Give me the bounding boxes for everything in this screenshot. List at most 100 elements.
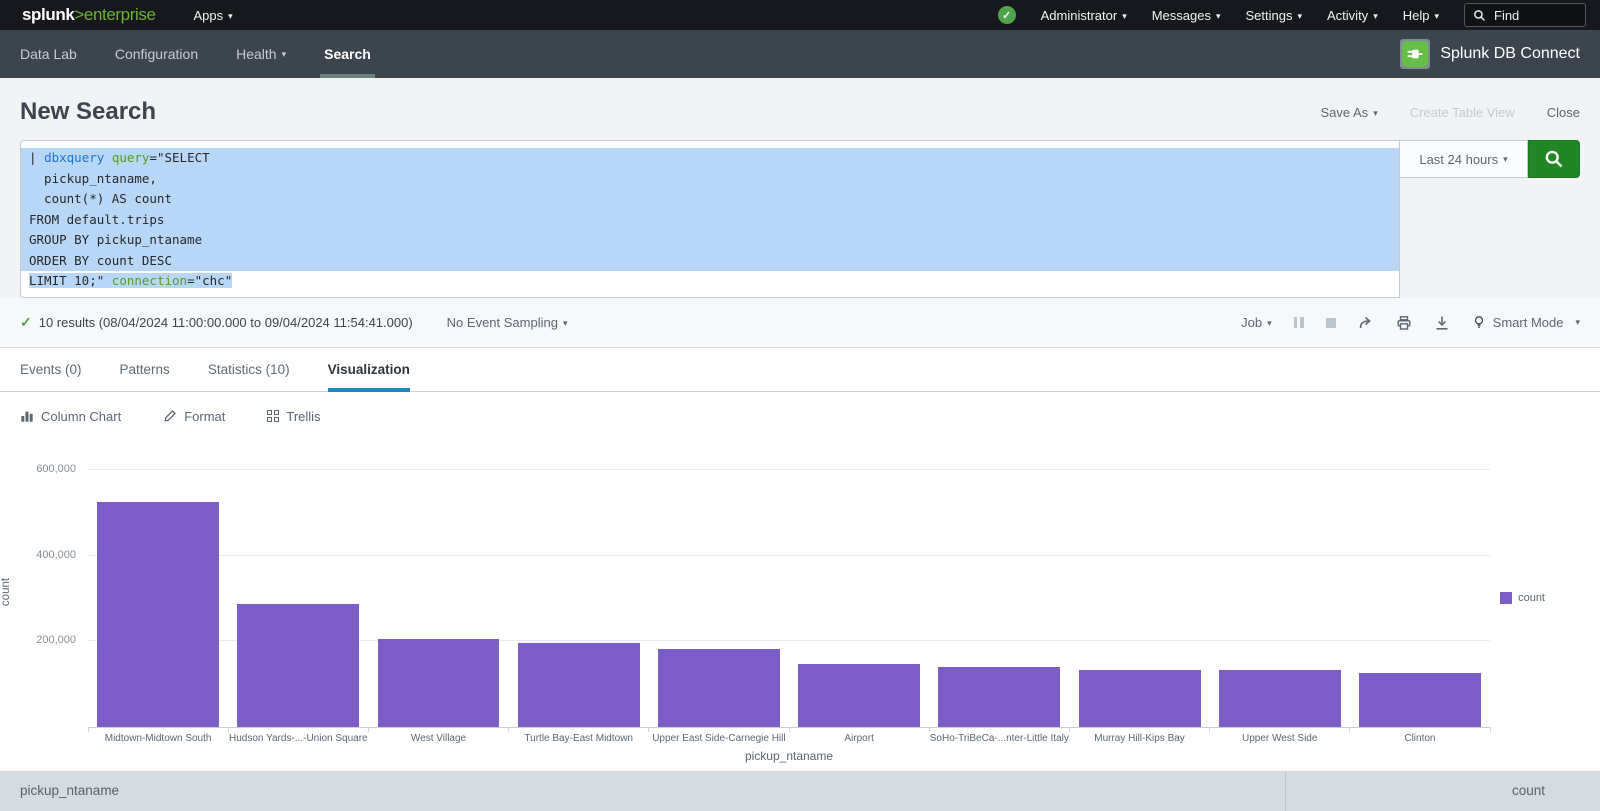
search-icon xyxy=(1544,149,1564,169)
share-icon[interactable] xyxy=(1358,315,1374,331)
legend-item-count[interactable]: count xyxy=(1500,592,1545,604)
splunk-logo[interactable]: splunk>enterprise xyxy=(22,5,156,25)
pause-icon[interactable] xyxy=(1294,317,1304,328)
chevron-down-icon: ▾ xyxy=(1373,11,1378,21)
query-line: FROM default.trips xyxy=(21,210,1399,231)
chart-type-picker[interactable]: Column Chart xyxy=(20,409,121,424)
bar-2[interactable] xyxy=(237,604,359,727)
bar-slot: Midtown-Midtown South xyxy=(88,454,228,727)
bar-slot: West Village xyxy=(368,454,508,727)
event-sampling-menu[interactable]: No Event Sampling▾ xyxy=(447,315,568,330)
plot-bars: Midtown-Midtown SouthHudson Yards-...-Un… xyxy=(88,454,1490,727)
nav-item-health[interactable]: Health▾ xyxy=(236,30,286,78)
print-icon[interactable] xyxy=(1396,315,1412,331)
results-bar: ✓ 10 results (08/04/2024 11:00:00.000 to… xyxy=(0,298,1600,348)
apps-menu[interactable]: Apps▾ xyxy=(194,8,233,23)
bar-3[interactable] xyxy=(378,639,500,727)
chevron-down-icon: ▾ xyxy=(1122,11,1127,21)
column-header-pickup-ntaname[interactable]: pickup_ntaname xyxy=(0,771,1285,811)
health-status-icon[interactable]: ✓ xyxy=(998,6,1016,24)
menu-help[interactable]: Help▾ xyxy=(1403,8,1439,23)
bar-10[interactable] xyxy=(1359,673,1481,727)
y-tick-label: 200,000 xyxy=(36,634,76,646)
y-tick-label: 600,000 xyxy=(36,463,76,475)
bar-5[interactable] xyxy=(658,649,780,727)
bar-7[interactable] xyxy=(938,667,1060,727)
column-chart-icon xyxy=(20,409,34,423)
page-header: New Search Save As▾ Create Table View Cl… xyxy=(0,78,1600,140)
tab-statistics[interactable]: Statistics (10) xyxy=(208,348,290,391)
tab-patterns[interactable]: Patterns xyxy=(120,348,170,391)
trellis-button[interactable]: Trellis xyxy=(267,409,320,424)
search-bar: | dbxquery query="SELECT pickup_ntaname,… xyxy=(20,140,1580,298)
stop-icon[interactable] xyxy=(1326,318,1336,328)
download-icon[interactable] xyxy=(1434,315,1450,331)
result-tabs: Events (0) Patterns Statistics (10) Visu… xyxy=(0,348,1600,392)
results-summary: 10 results (08/04/2024 11:00:00.000 to 0… xyxy=(39,315,413,330)
chevron-down-icon: ▾ xyxy=(1267,318,1272,328)
y-tick-label: 400,000 xyxy=(36,549,76,561)
legend-label: count xyxy=(1518,592,1545,604)
db-connect-plug-icon xyxy=(1400,39,1430,69)
chevron-down-icon: ▾ xyxy=(1216,11,1221,21)
query-line: pickup_ntaname, xyxy=(21,169,1399,190)
app-title: Splunk DB Connect xyxy=(1440,45,1580,63)
nav-item-data-lab[interactable]: Data Lab xyxy=(20,30,77,78)
find-search-box[interactable] xyxy=(1464,3,1586,27)
tab-visualization[interactable]: Visualization xyxy=(328,348,410,391)
statistics-table-header: pickup_ntaname count xyxy=(0,771,1600,811)
bar-6[interactable] xyxy=(798,664,920,727)
bar-9[interactable] xyxy=(1219,670,1341,727)
close-button[interactable]: Close xyxy=(1547,105,1580,120)
query-line: ORDER BY count DESC xyxy=(21,251,1399,272)
search-icon xyxy=(1473,9,1486,22)
app-nav-bar: Data Lab Configuration Health▾ Search Sp… xyxy=(0,30,1600,78)
nav-item-search[interactable]: Search xyxy=(324,30,371,78)
bar-8[interactable] xyxy=(1079,670,1201,727)
format-button[interactable]: Format xyxy=(163,409,225,424)
tab-events[interactable]: Events (0) xyxy=(20,348,82,391)
chevron-down-icon: ▾ xyxy=(1434,11,1439,21)
x-tick-label: Midtown-Midtown South xyxy=(80,733,236,744)
menu-activity[interactable]: Activity▾ xyxy=(1327,8,1378,23)
search-query[interactable]: | dbxquery query="SELECT pickup_ntaname,… xyxy=(20,140,1400,298)
nav-item-configuration[interactable]: Configuration xyxy=(115,30,198,78)
query-line: | dbxquery query="SELECT xyxy=(21,148,1399,169)
chevron-down-icon: ▾ xyxy=(228,11,233,21)
column-chart: count 200,000 400,000 600,000 Midtown-Midt… xyxy=(0,440,1600,771)
x-tick-label: Hudson Yards-...-Union Square xyxy=(220,733,376,744)
time-range-picker[interactable]: Last 24 hours▾ xyxy=(1400,140,1528,178)
find-input[interactable] xyxy=(1492,7,1577,24)
menu-administrator[interactable]: Administrator▾ xyxy=(1041,8,1127,23)
query-line: GROUP BY pickup_ntaname xyxy=(21,230,1399,251)
menu-messages[interactable]: Messages▾ xyxy=(1152,8,1221,23)
chevron-down-icon: ▾ xyxy=(1373,108,1378,118)
x-tick-label: Upper East Side-Carnegie Hill xyxy=(641,733,797,744)
bar-1[interactable] xyxy=(97,502,219,727)
visualization-toolbar: Column Chart Format Trellis xyxy=(0,392,1600,440)
y-axis-title: count xyxy=(0,562,12,622)
job-menu[interactable]: Job▾ xyxy=(1241,315,1272,330)
x-tick-label: Murray Hill-Kips Bay xyxy=(1061,733,1217,744)
x-tick-label: West Village xyxy=(360,733,516,744)
x-tick-label: Upper West Side xyxy=(1202,733,1358,744)
chevron-down-icon: ▾ xyxy=(1575,317,1580,328)
pencil-icon xyxy=(163,409,177,423)
x-tick-label: Clinton xyxy=(1342,733,1498,744)
menu-settings[interactable]: Settings▾ xyxy=(1246,8,1303,23)
create-table-view-button[interactable]: Create Table View xyxy=(1410,105,1515,120)
smart-mode-menu[interactable]: Smart Mode▾ xyxy=(1472,315,1580,330)
x-tick-label: SoHo-TriBeCa-...nter-Little Italy xyxy=(921,733,1077,744)
chevron-down-icon: ▾ xyxy=(563,318,568,328)
chevron-down-icon: ▾ xyxy=(1503,154,1508,165)
x-axis-title: pickup_ntaname xyxy=(88,749,1490,763)
bar-4[interactable] xyxy=(518,643,640,727)
bar-slot: Hudson Yards-...-Union Square xyxy=(228,454,368,727)
bar-slot: Upper East Side-Carnegie Hill xyxy=(649,454,789,727)
chevron-down-icon: ▾ xyxy=(1297,11,1302,21)
column-header-count[interactable]: count xyxy=(1285,771,1600,811)
search-button[interactable] xyxy=(1528,140,1580,178)
app-identity[interactable]: Splunk DB Connect xyxy=(1400,30,1580,78)
save-as-button[interactable]: Save As▾ xyxy=(1320,105,1377,120)
x-tick-label: Airport xyxy=(781,733,937,744)
